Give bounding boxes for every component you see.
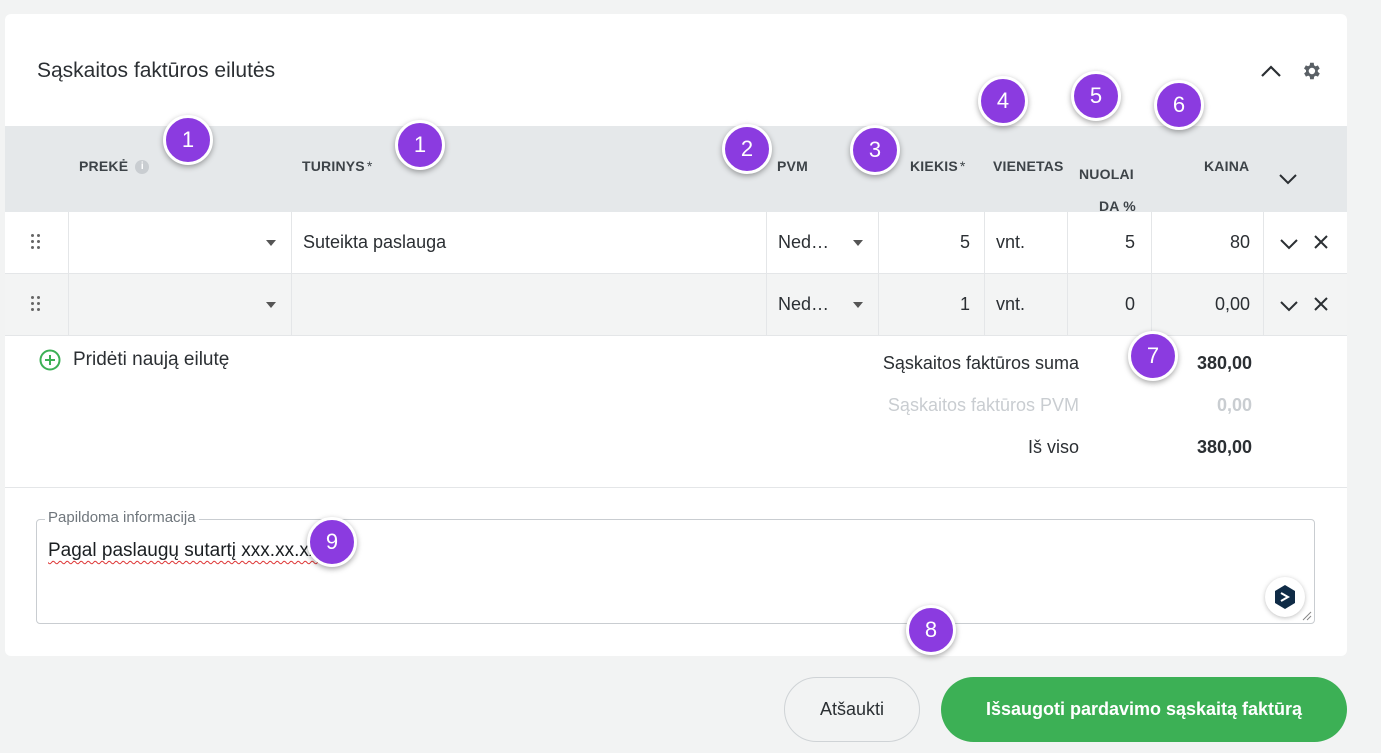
col-pvm: PVM [777,158,808,174]
annotation-badge: 5 [1071,71,1121,121]
turinys-input[interactable] [292,274,767,335]
cancel-button[interactable]: Atšaukti [784,677,920,742]
chevron-up-icon[interactable] [1258,58,1284,84]
total-sum-value: 380,00 [1196,353,1252,373]
close-icon[interactable] [1313,234,1329,255]
col-kiekis: KIEKIS * [910,158,966,174]
total-vat-value: 0,00 [1216,395,1252,415]
additional-info-field[interactable]: Papildoma informacija Pagal paslaugų sut… [36,509,1315,624]
section-title: Sąskaitos faktūros eilutės [37,59,276,82]
annotation-badge: 6 [1154,80,1204,130]
add-row-button[interactable]: Pridėti naują eilutę [39,349,229,371]
chevron-down-icon [853,301,863,308]
deepl-translate-icon[interactable] [1265,577,1305,617]
grand-total-value: 380,00 [1196,437,1252,457]
grand-total-label: Iš viso [1027,437,1079,457]
kiekis-input[interactable]: 5 [879,212,985,273]
nuolaida-input[interactable]: 5 [1068,212,1152,273]
turinys-input[interactable]: Suteikta paslauga [292,212,767,273]
drag-handle-icon[interactable] [31,296,43,314]
add-row-label: Pridėti naują eilutę [73,349,230,370]
kaina-input[interactable]: 0,00 [1152,274,1264,335]
chevron-down-icon [853,239,863,246]
columns-expand-icon[interactable] [1278,172,1298,190]
chevron-down-icon [266,301,276,308]
kaina-input[interactable]: 80 [1152,212,1264,273]
total-vat-label: Sąskaitos faktūros PVM [887,395,1079,415]
preke-select[interactable] [68,212,292,273]
table-row: Suteikta paslauga Ned… 5 vnt. 5 80 [5,212,1347,274]
pvm-select[interactable]: Ned… [767,274,879,335]
col-kaina: KAINA [1204,158,1250,174]
additional-info-label: Papildoma informacija [45,509,199,526]
save-invoice-button[interactable]: Išsaugoti pardavimo sąskaitą faktūrą [941,677,1347,742]
annotation-badge: 2 [722,124,772,174]
divider [5,487,1347,488]
vienetas-input[interactable]: vnt. [985,274,1068,335]
annotation-badge: 8 [906,605,956,655]
resize-handle-icon[interactable] [1302,611,1312,621]
annotation-badge: 3 [850,125,900,175]
annotation-badge: 1 [163,115,213,165]
col-vienetas: VIENETAS [993,158,1064,174]
annotation-badge: 1 [395,120,445,170]
kiekis-input[interactable]: 1 [879,274,985,335]
pvm-select[interactable]: Ned… [767,212,879,273]
col-preke: PREKĖ i [79,158,150,175]
annotation-badge: 7 [1128,331,1178,381]
table-row: Ned… 1 vnt. 0 0,00 [5,274,1347,336]
vienetas-input[interactable]: vnt. [985,212,1068,273]
chevron-down-icon [266,239,276,246]
row-expand-icon[interactable] [1279,237,1299,255]
drag-handle-icon[interactable] [31,234,43,252]
nuolaida-input[interactable]: 0 [1068,274,1152,335]
col-turinys: TURINYS * [302,158,373,174]
close-icon[interactable] [1313,296,1329,317]
gear-icon[interactable] [1298,58,1324,84]
additional-info-text[interactable]: Pagal paslaugų sutartį xxx.xx.xx [48,540,318,562]
info-icon[interactable]: i [135,160,150,175]
annotation-badge: 4 [978,76,1028,126]
row-expand-icon[interactable] [1279,299,1299,317]
total-sum-label: Sąskaitos faktūros suma [882,353,1079,373]
annotation-badge: 9 [307,517,357,567]
preke-select[interactable] [68,274,292,335]
plus-circle-icon [39,349,61,371]
